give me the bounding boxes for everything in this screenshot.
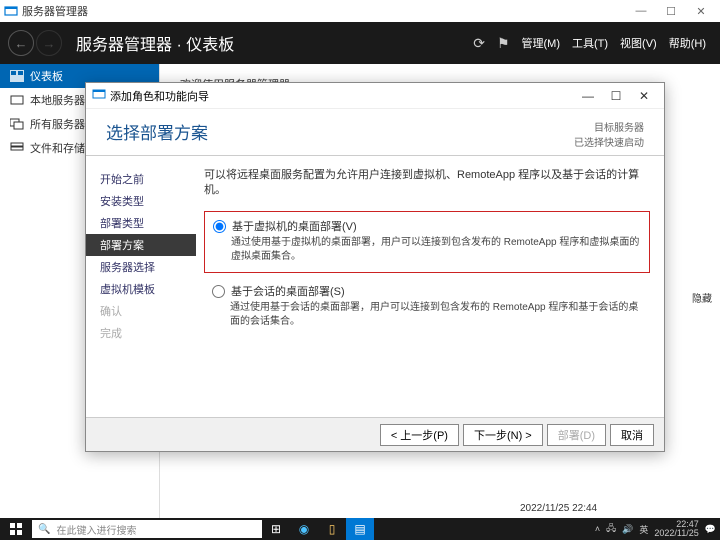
- menu-view[interactable]: 视图(V): [620, 35, 657, 51]
- nav-forward-button[interactable]: →: [36, 30, 62, 56]
- radio-session-desc: 通过使用基于会话的桌面部署，用户可以连接到包含发布的 RemoteApp 程序和…: [230, 301, 642, 329]
- deploy-button: 部署(D): [547, 424, 606, 446]
- menu-manage[interactable]: 管理(M): [522, 35, 561, 51]
- target-server-label: 目标服务器: [574, 119, 644, 134]
- maximize-button[interactable]: ☐: [656, 5, 686, 18]
- search-icon: 🔍: [38, 524, 50, 535]
- hide-label[interactable]: 隐藏: [692, 290, 712, 305]
- radio-vm-label[interactable]: 基于虚拟机的桌面部署(V): [232, 218, 357, 234]
- ribbon-bar: ← → 服务器管理器 · 仪表板 ⟳ ⚑ 管理(M) 工具(T) 视图(V) 帮…: [0, 22, 720, 64]
- start-button[interactable]: [0, 518, 32, 540]
- nav-step-deploy-type[interactable]: 部署类型: [86, 212, 196, 234]
- search-placeholder: 在此键入进行搜索: [56, 522, 136, 537]
- system-tray[interactable]: ˄ 🖧 🔊 英 22:47 2022/11/25 💬: [591, 520, 720, 538]
- dialog-footer: < 上一步(P) 下一步(N) > 部署(D) 取消: [86, 417, 664, 451]
- menu-help[interactable]: 帮助(H): [669, 35, 706, 51]
- dialog-titlebar: 添加角色和功能向导 — ☐ ✕: [86, 83, 664, 109]
- radio-session-label[interactable]: 基于会话的桌面部署(S): [231, 283, 345, 299]
- tray-notification-icon[interactable]: 💬: [705, 524, 716, 535]
- intro-text: 可以将远程桌面服务配置为允许用户连接到虚拟机、RemoteApp 程序以及基于会…: [204, 168, 650, 199]
- option-vm-deploy-highlighted: 基于虚拟机的桌面部署(V) 通过使用基于虚拟机的桌面部署，用户可以连接到包含发布…: [204, 211, 650, 273]
- tray-date[interactable]: 2022/11/25: [654, 528, 698, 538]
- app-icon: [4, 4, 18, 18]
- wizard-dialog: 添加角色和功能向导 — ☐ ✕ 选择部署方案 目标服务器 已选择快速启动 开始之…: [85, 82, 665, 452]
- next-button[interactable]: 下一步(N) >: [463, 424, 543, 446]
- sidebar-label: 所有服务器: [30, 116, 85, 132]
- nav-back-button[interactable]: ←: [8, 30, 34, 56]
- dialog-heading: 选择部署方案: [106, 119, 208, 149]
- wizard-pane: 可以将远程桌面服务配置为允许用户连接到虚拟机、RemoteApp 程序以及基于会…: [196, 156, 664, 417]
- dialog-maximize-button[interactable]: ☐: [602, 89, 630, 103]
- minimize-button[interactable]: —: [626, 5, 656, 17]
- radio-vm-deploy[interactable]: [213, 220, 226, 233]
- taskbar-search[interactable]: 🔍 在此键入进行搜索: [32, 520, 262, 538]
- tray-chevron-icon[interactable]: ˄: [595, 524, 600, 534]
- nav-step-confirm: 确认: [86, 300, 196, 322]
- radio-session-deploy[interactable]: [212, 285, 225, 298]
- tray-sound-icon[interactable]: 🔊: [622, 524, 633, 535]
- taskbar-servermanager-icon[interactable]: ▤: [346, 518, 374, 540]
- tray-ime[interactable]: 英: [639, 523, 648, 536]
- dialog-header: 选择部署方案 目标服务器 已选择快速启动: [86, 109, 664, 155]
- close-button[interactable]: ✕: [686, 5, 716, 18]
- app-title: 服务器管理器: [22, 3, 88, 19]
- dialog-minimize-button[interactable]: —: [574, 89, 602, 103]
- servers-icon: [10, 118, 24, 130]
- prev-button[interactable]: < 上一步(P): [380, 424, 459, 446]
- sidebar-label: 本地服务器: [30, 92, 85, 108]
- sidebar-label: 仪表板: [30, 68, 63, 84]
- menu-tools[interactable]: 工具(T): [572, 35, 608, 51]
- refresh-icon[interactable]: ⟳: [473, 35, 485, 52]
- nav-step-server-select[interactable]: 服务器选择: [86, 256, 196, 278]
- task-view-button[interactable]: ⊞: [262, 518, 290, 540]
- target-server-sub: 已选择快速启动: [574, 134, 644, 149]
- dialog-icon: [92, 87, 106, 104]
- storage-icon: [10, 142, 24, 154]
- nav-step-deploy-scenario[interactable]: 部署方案: [86, 234, 196, 256]
- taskbar-edge-icon[interactable]: ◉: [290, 518, 318, 540]
- screenshot-timestamp: 2022/11/25 22:44: [520, 503, 597, 514]
- dialog-close-button[interactable]: ✕: [630, 89, 658, 103]
- nav-step-vm-template[interactable]: 虚拟机模板: [86, 278, 196, 300]
- tray-network-icon[interactable]: 🖧: [606, 521, 616, 537]
- wizard-nav: 开始之前 安装类型 部署类型 部署方案 服务器选择 虚拟机模板 确认 完成: [86, 156, 196, 417]
- taskbar-explorer-icon[interactable]: ▯: [318, 518, 346, 540]
- watermark-text: 知乎 @Hum0ro: [621, 493, 710, 512]
- dashboard-icon: [10, 70, 24, 82]
- nav-step-install-type[interactable]: 安装类型: [86, 190, 196, 212]
- server-icon: [10, 94, 24, 106]
- taskbar: 🔍 在此键入进行搜索 ⊞ ◉ ▯ ▤ ˄ 🖧 🔊 英 22:47 2022/11…: [0, 518, 720, 540]
- flag-icon[interactable]: ⚑: [497, 35, 510, 52]
- ribbon-title: 服务器管理器 · 仪表板: [76, 31, 234, 55]
- cancel-button[interactable]: 取消: [610, 424, 654, 446]
- dialog-title-text: 添加角色和功能向导: [110, 88, 209, 104]
- nav-step-before[interactable]: 开始之前: [86, 168, 196, 190]
- nav-step-complete: 完成: [86, 322, 196, 344]
- radio-vm-desc: 通过使用基于虚拟机的桌面部署，用户可以连接到包含发布的 RemoteApp 程序…: [231, 236, 641, 264]
- app-titlebar: 服务器管理器 — ☐ ✕: [0, 0, 720, 22]
